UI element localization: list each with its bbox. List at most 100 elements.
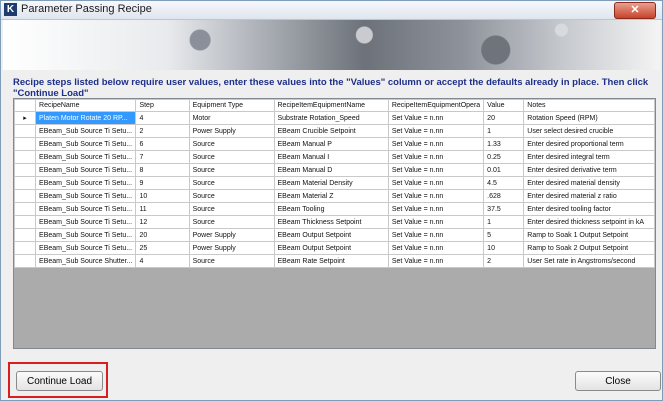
equipment-operation-cell[interactable]: Set Value = n.nn bbox=[387, 163, 485, 177]
column-header-value[interactable]: Value bbox=[483, 99, 525, 112]
recipe-name-cell[interactable]: EBeam_Sub Source Ti Setu... bbox=[35, 228, 137, 242]
equipment-type-cell[interactable]: Source bbox=[188, 137, 275, 151]
value-cell[interactable]: 5 bbox=[483, 228, 525, 242]
notes-cell[interactable]: Enter desired material z ratio bbox=[523, 189, 655, 203]
equipment-operation-cell[interactable]: Set Value = n.nn bbox=[387, 189, 485, 203]
row-header-cell[interactable] bbox=[14, 202, 37, 216]
equipment-name-cell[interactable]: EBeam Crucible Setpoint bbox=[273, 124, 389, 138]
equipment-operation-cell[interactable]: Set Value = n.nn bbox=[387, 215, 485, 229]
equipment-name-cell[interactable]: EBeam Thickness Setpoint bbox=[273, 215, 389, 229]
row-header-cell[interactable] bbox=[14, 137, 37, 151]
table-row[interactable]: EBeam_Sub Source Ti Setu... 7 Source EBeam … bbox=[14, 150, 655, 164]
table-row[interactable]: EBeam_Sub Source Shutter... 4 Source EBeam … bbox=[14, 254, 655, 268]
step-cell[interactable]: 20 bbox=[135, 228, 190, 242]
recipe-name-cell[interactable]: Platen Motor Rotate 20 RP... bbox=[35, 111, 137, 125]
equipment-operation-cell[interactable]: Set Value = n.nn bbox=[387, 241, 485, 255]
equipment-name-cell[interactable]: EBeam Material Z bbox=[273, 189, 389, 203]
step-cell[interactable]: 7 bbox=[135, 150, 190, 164]
row-header-cell[interactable] bbox=[14, 241, 37, 255]
column-header-notes[interactable]: Notes bbox=[523, 99, 655, 112]
recipe-name-cell[interactable]: EBeam_Sub Source Shutter... bbox=[35, 254, 137, 268]
value-cell[interactable]: 1 bbox=[483, 215, 525, 229]
value-cell[interactable]: .628 bbox=[483, 189, 525, 203]
step-cell[interactable]: 11 bbox=[135, 202, 190, 216]
table-row[interactable]: EBeam_Sub Source Ti Setu... 8 Source EBeam … bbox=[14, 163, 655, 177]
notes-cell[interactable]: Ramp to Soak 2 Output Setpoint bbox=[523, 241, 655, 255]
equipment-operation-cell[interactable]: Set Value = n.nn bbox=[387, 202, 485, 216]
equipment-name-cell[interactable]: EBeam Rate Setpoint bbox=[273, 254, 389, 268]
recipe-name-cell[interactable]: EBeam_Sub Source Ti Setu... bbox=[35, 163, 137, 177]
equipment-name-cell[interactable]: EBeam Manual I bbox=[273, 150, 389, 164]
step-cell[interactable]: 6 bbox=[135, 137, 190, 151]
equipment-name-cell[interactable]: EBeam Tooling bbox=[273, 202, 389, 216]
value-cell[interactable]: 20 bbox=[483, 111, 525, 125]
recipe-name-cell[interactable]: EBeam_Sub Source Ti Setu... bbox=[35, 202, 137, 216]
column-header-recipeitemequipmentopera[interactable]: RecipeItemEquipmentOpera bbox=[387, 99, 485, 112]
equipment-name-cell[interactable]: EBeam Output Setpoint bbox=[273, 241, 389, 255]
row-header-cell[interactable] bbox=[14, 150, 37, 164]
notes-cell[interactable]: Rotation Speed (RPM) bbox=[523, 111, 655, 125]
equipment-operation-cell[interactable]: Set Value = n.nn bbox=[387, 124, 485, 138]
recipe-name-cell[interactable]: EBeam_Sub Source Ti Setu... bbox=[35, 215, 137, 229]
equipment-type-cell[interactable]: Source bbox=[188, 150, 275, 164]
equipment-operation-cell[interactable]: Set Value = n.nn bbox=[387, 254, 485, 268]
step-cell[interactable]: 8 bbox=[135, 163, 190, 177]
equipment-name-cell[interactable]: EBeam Manual D bbox=[273, 163, 389, 177]
equipment-type-cell[interactable]: Source bbox=[188, 215, 275, 229]
step-cell[interactable]: 9 bbox=[135, 176, 190, 190]
step-cell[interactable]: 4 bbox=[135, 254, 190, 268]
equipment-name-cell[interactable]: EBeam Material Density bbox=[273, 176, 389, 190]
recipe-name-cell[interactable]: EBeam_Sub Source Ti Setu... bbox=[35, 176, 137, 190]
notes-cell[interactable]: Enter desired thickness setpoint in kA bbox=[523, 215, 655, 229]
value-cell[interactable]: 1 bbox=[483, 124, 525, 138]
equipment-type-cell[interactable]: Source bbox=[188, 163, 275, 177]
equipment-type-cell[interactable]: Source bbox=[188, 189, 275, 203]
continue-load-button[interactable]: Continue Load bbox=[16, 371, 103, 391]
recipe-name-cell[interactable]: EBeam_Sub Source Ti Setu... bbox=[35, 241, 137, 255]
row-header-cell[interactable] bbox=[14, 124, 37, 138]
table-row[interactable]: EBeam_Sub Source Ti Setu... 20 Power Suppl… bbox=[14, 228, 655, 242]
equipment-operation-cell[interactable]: Set Value = n.nn bbox=[387, 176, 485, 190]
value-cell[interactable]: 4.5 bbox=[483, 176, 525, 190]
row-header-cell[interactable] bbox=[14, 228, 37, 242]
row-header-cell[interactable] bbox=[14, 189, 37, 203]
column-header-equipment-type[interactable]: Equipment Type bbox=[188, 99, 275, 112]
equipment-name-cell[interactable]: EBeam Manual P bbox=[273, 137, 389, 151]
notes-cell[interactable]: Enter desired integral term bbox=[523, 150, 655, 164]
table-row[interactable]: EBeam_Sub Source Ti Setu... 12 Source EBeam… bbox=[14, 215, 655, 229]
notes-cell[interactable]: Enter desired proportional term bbox=[523, 137, 655, 151]
recipe-name-cell[interactable]: EBeam_Sub Source Ti Setu... bbox=[35, 150, 137, 164]
equipment-type-cell[interactable]: Source bbox=[188, 254, 275, 268]
equipment-type-cell[interactable]: Power Supply bbox=[188, 228, 275, 242]
equipment-type-cell[interactable]: Motor bbox=[188, 111, 275, 125]
row-header-cell[interactable] bbox=[14, 215, 37, 229]
notes-cell[interactable]: Ramp to Soak 1 Output Setpoint bbox=[523, 228, 655, 242]
recipe-name-cell[interactable]: EBeam_Sub Source Ti Setu... bbox=[35, 189, 137, 203]
equipment-type-cell[interactable]: Power Supply bbox=[188, 241, 275, 255]
value-cell[interactable]: 10 bbox=[483, 241, 525, 255]
row-header-cell[interactable] bbox=[14, 163, 37, 177]
value-cell[interactable]: 1.33 bbox=[483, 137, 525, 151]
equipment-type-cell[interactable]: Source bbox=[188, 202, 275, 216]
notes-cell[interactable]: Enter desired derivative term bbox=[523, 163, 655, 177]
table-row[interactable]: EBeam_Sub Source Ti Setu... 2 Power Supply… bbox=[14, 124, 655, 138]
equipment-name-cell[interactable]: Substrate Rotation_Speed bbox=[273, 111, 389, 125]
table-row[interactable]: ▸ Platen Motor Rotate 20 RP... 4 Motor Subst… bbox=[14, 111, 655, 125]
column-header-recipeitemequipmentname[interactable]: RecipeItemEquipmentName bbox=[273, 99, 389, 112]
notes-cell[interactable]: User select desired crucible bbox=[523, 124, 655, 138]
row-header-cell[interactable] bbox=[14, 176, 37, 190]
close-button[interactable]: Close bbox=[575, 371, 661, 391]
recipe-steps-grid[interactable]: RecipeName Step Equipment Type RecipeIte… bbox=[13, 98, 656, 349]
step-cell[interactable]: 25 bbox=[135, 241, 190, 255]
recipe-name-cell[interactable]: EBeam_Sub Source Ti Setu... bbox=[35, 137, 137, 151]
table-row[interactable]: EBeam_Sub Source Ti Setu... 6 Source EBeam … bbox=[14, 137, 655, 151]
value-cell[interactable]: 2 bbox=[483, 254, 525, 268]
equipment-type-cell[interactable]: Source bbox=[188, 176, 275, 190]
equipment-operation-cell[interactable]: Set Value = n.nn bbox=[387, 137, 485, 151]
table-row[interactable]: EBeam_Sub Source Ti Setu... 11 Source EBeam… bbox=[14, 202, 655, 216]
notes-cell[interactable]: Enter desired tooling factor bbox=[523, 202, 655, 216]
equipment-type-cell[interactable]: Power Supply bbox=[188, 124, 275, 138]
row-header-cell[interactable] bbox=[14, 254, 37, 268]
value-cell[interactable]: 0.01 bbox=[483, 163, 525, 177]
notes-cell[interactable]: User Set rate in Angstroms/second bbox=[523, 254, 655, 268]
